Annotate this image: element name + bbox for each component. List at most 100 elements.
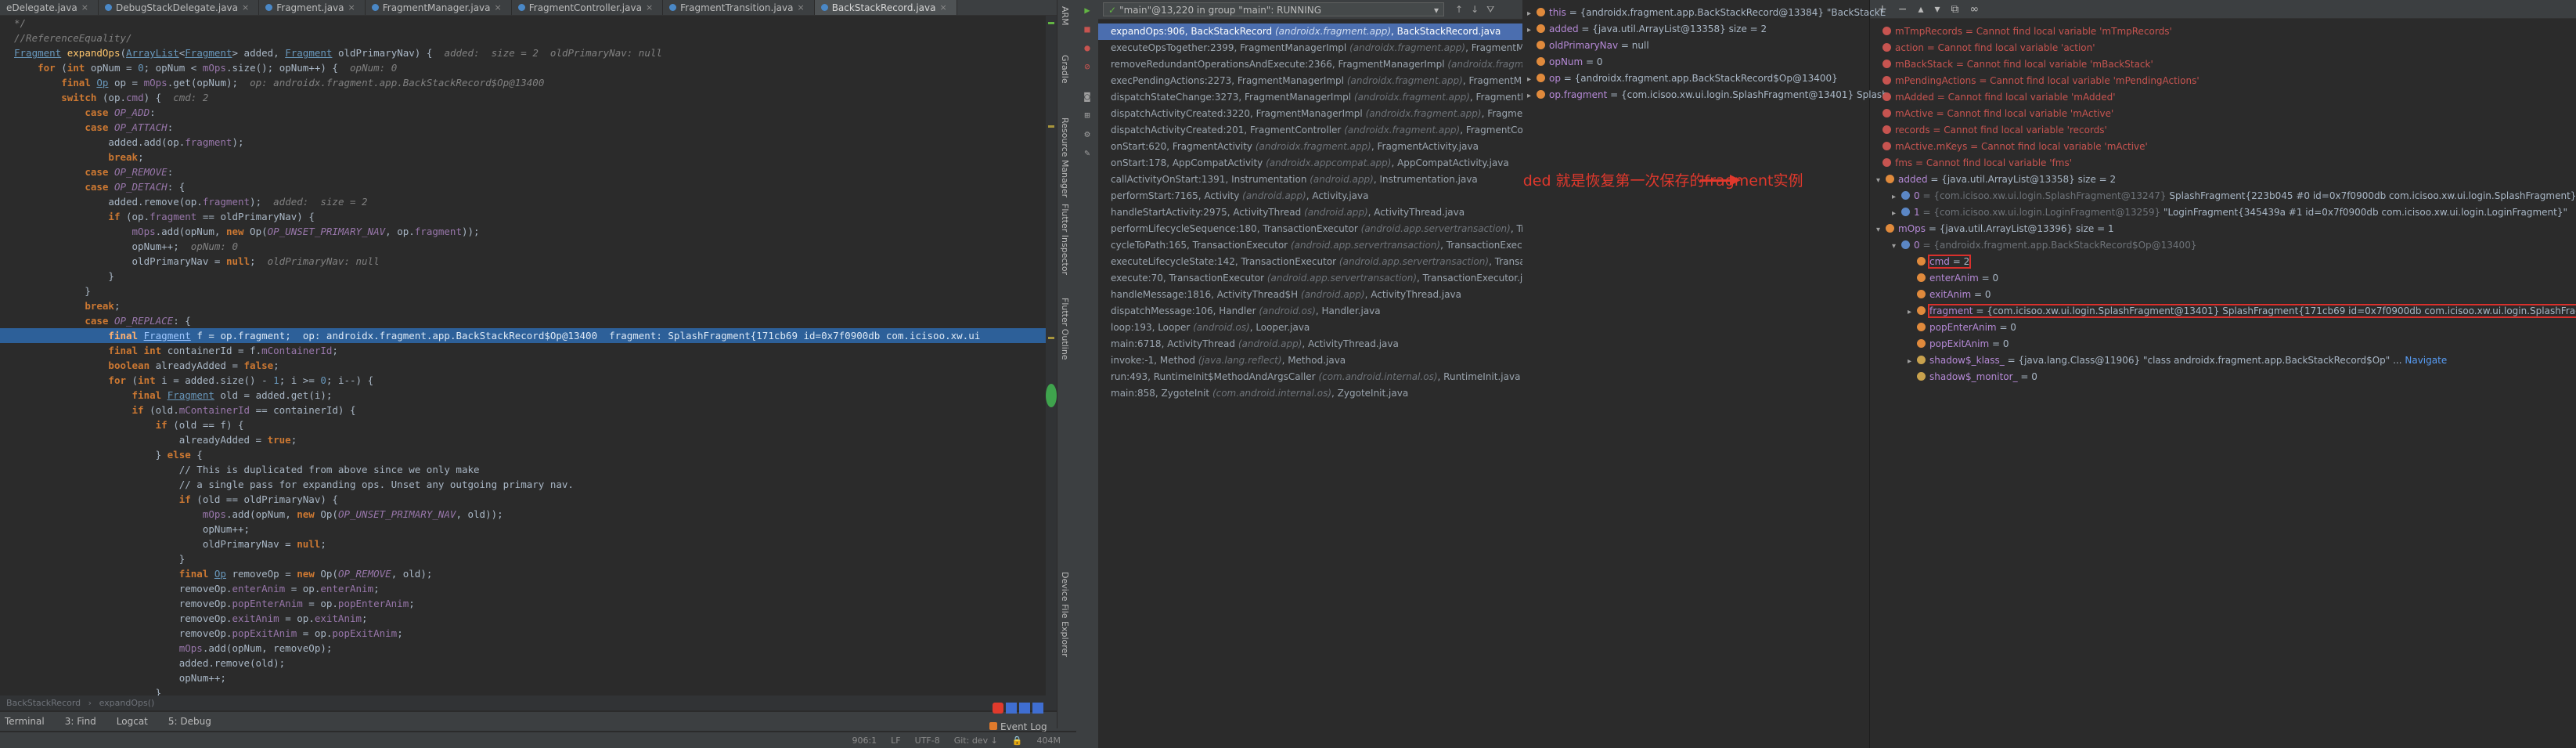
stack-frame[interactable]: performLifecycleSequence:180, Transactio… — [1098, 221, 1522, 237]
view-breakpoints-icon[interactable]: ● — [1082, 42, 1093, 53]
error-watch-row[interactable]: action = Cannot find local variable 'act… — [1882, 40, 2095, 56]
code-line[interactable]: if (old.mContainerId == containerId) { — [0, 403, 1057, 417]
expand-arrow-icon[interactable]: ▸ — [1527, 22, 1537, 38]
code-line[interactable]: case OP_DETACH: { — [0, 179, 1057, 194]
op-node[interactable]: ▾ 0 = {androidx.fragment.app.BackStackRec… — [1892, 237, 2196, 254]
code-line[interactable]: oldPrimaryNav = null; oldPrimaryNav: nul… — [0, 254, 1057, 269]
ime-toolbar[interactable] — [993, 703, 1043, 714]
stack-frame[interactable]: dispatchActivityCreated:3220, FragmentMa… — [1098, 106, 1522, 122]
close-icon[interactable]: × — [646, 2, 653, 13]
error-watch-row[interactable]: mAdded = Cannot find local variable 'mAd… — [1882, 89, 2116, 106]
stack-frame[interactable]: dispatchStateChange:3273, FragmentManage… — [1098, 89, 1522, 106]
breadcrumb[interactable]: BackStackRecord › expandOps() — [0, 696, 1057, 710]
code-line[interactable]: added.add(op.fragment); — [0, 135, 1057, 150]
expand-arrow-icon[interactable]: ▸ — [1527, 5, 1537, 22]
ime-settings-icon[interactable] — [1032, 703, 1043, 714]
code-line[interactable]: //ReferenceEquality/ — [0, 31, 1057, 45]
stack-frame[interactable]: loop:193, Looper (android.os), Looper.ja… — [1098, 320, 1522, 336]
camera-icon[interactable]: ◙ — [1082, 91, 1093, 102]
vertical-tool-button[interactable]: Flutter Inspector — [1060, 204, 1070, 275]
tab-file[interactable]: DebugStackDelegate.java × — [99, 0, 260, 15]
code-line[interactable]: mOps.add(opNum, removeOp); — [0, 641, 1057, 656]
filter-icon[interactable]: ⛛ — [1486, 4, 1494, 16]
resume-icon[interactable]: ▶ — [1082, 5, 1093, 16]
code-line[interactable]: } — [0, 551, 1057, 566]
code-line[interactable]: removeOp.popExitAnim = op.popExitAnim; — [0, 626, 1057, 641]
breadcrumb-method[interactable]: expandOps() — [99, 698, 155, 708]
code-line[interactable]: boolean alreadyAdded = false; — [0, 358, 1057, 373]
thread-selector[interactable]: ✓ "main"@13,220 in group "main": RUNNING … — [1103, 2, 1444, 16]
tool-window-3[interactable]: Logcat — [117, 716, 148, 727]
code-line[interactable]: added.remove(old); — [0, 656, 1057, 670]
mute-breakpoints-icon[interactable]: ⊘ — [1082, 61, 1093, 72]
mops-node[interactable]: ▾ mOps = {java.util.ArrayList@13396} size… — [1876, 221, 2114, 237]
tab-file[interactable]: eDelegate.java × — [0, 0, 99, 15]
stack-frame[interactable]: run:493, RuntimeInit$MethodAndArgsCaller… — [1098, 369, 1522, 385]
code-line[interactable]: oldPrimaryNav = null; — [0, 537, 1057, 551]
expand-arrow-icon[interactable]: ▾ — [1892, 238, 1901, 255]
ime-mode-icon[interactable] — [1006, 703, 1017, 714]
ime-punct-icon[interactable] — [1019, 703, 1030, 714]
expand-arrow-icon[interactable]: ▸ — [1908, 353, 1917, 370]
code-line[interactable]: removeOp.enterAnim = op.enterAnim; — [0, 581, 1057, 596]
stack-frame[interactable]: main:6718, ActivityThread (android.app),… — [1098, 336, 1522, 352]
op-field[interactable]: ▸ shadow$_klass_ = {java.lang.Class@11906… — [1908, 352, 2447, 369]
tool-window-2[interactable]: 3: Find — [65, 716, 96, 727]
stack-frame[interactable]: dispatchMessage:106, Handler (android.os… — [1098, 303, 1522, 320]
stack-frame[interactable]: expandOps:906, BackStackRecord (androidx… — [1098, 23, 1522, 40]
glasses-icon[interactable]: ∞ — [1970, 3, 1980, 16]
stack-frame[interactable]: cycleToPath:165, TransactionExecutor (an… — [1098, 237, 1522, 254]
navigate-link[interactable]: Navigate — [2405, 355, 2447, 366]
code-line[interactable]: removeOp.exitAnim = op.exitAnim; — [0, 611, 1057, 626]
code-line[interactable]: Fragment expandOps(ArrayList<Fragment> a… — [0, 45, 1057, 60]
code-line[interactable]: alreadyAdded = true; — [0, 432, 1057, 447]
stack-frame[interactable]: execute:70, TransactionExecutor (android… — [1098, 270, 1522, 287]
close-icon[interactable]: × — [348, 2, 355, 13]
code-line[interactable]: if (op.fragment == oldPrimaryNav) { — [0, 209, 1057, 224]
code-line[interactable]: */ — [0, 16, 1057, 31]
code-line[interactable]: // This is duplicated from above since w… — [0, 462, 1057, 477]
code-line[interactable]: if (old == f) { — [0, 417, 1057, 432]
down-arrow-icon[interactable]: ↓ — [1471, 4, 1479, 15]
expand-arrow-icon[interactable]: ▾ — [1876, 172, 1886, 189]
code-line[interactable]: case OP_ADD: — [0, 105, 1057, 120]
code-line[interactable]: } — [0, 284, 1057, 298]
move-up-icon[interactable]: ▴ — [1918, 3, 1923, 16]
code-line[interactable]: final Fragment old = added.get(i); — [0, 388, 1057, 403]
stack-frame[interactable]: invoke:-1, Method (java.lang.reflect), M… — [1098, 352, 1522, 369]
variable-row[interactable]: ▸ op.fragment = {com.icisoo.xw.ui.login.S… — [1527, 87, 1888, 103]
execution-line[interactable]: final Fragment f = op.fragment; op: andr… — [0, 328, 1057, 343]
memory-indicator[interactable]: 404M — [1037, 735, 1061, 746]
tool-window-4[interactable]: 5: Debug — [168, 716, 211, 727]
stack-frame[interactable]: onStart:620, FragmentActivity (androidx.… — [1098, 139, 1522, 155]
stack-frame[interactable]: main:858, ZygoteInit (com.android.intern… — [1098, 385, 1522, 402]
error-watch-row[interactable]: mTmpRecords = Cannot find local variable… — [1882, 23, 2172, 40]
code-line[interactable]: for (int i = added.size() - 1; i >= 0; i… — [0, 373, 1057, 388]
variable-row[interactable]: opNum = 0 — [1527, 54, 1603, 70]
vertical-tool-button[interactable]: Flutter Outline — [1060, 298, 1070, 360]
file-encoding[interactable]: UTF-8 — [915, 735, 940, 746]
vertical-tool-button[interactable]: Gradle — [1060, 55, 1070, 84]
code-line[interactable]: for (int opNum = 0; opNum < mOps.size();… — [0, 60, 1057, 75]
op-field[interactable]: exitAnim = 0 — [1908, 287, 1991, 303]
stack-frame[interactable]: onStart:178, AppCompatActivity (androidx… — [1098, 155, 1522, 172]
code-line[interactable]: case OP_REPLACE: { — [0, 313, 1057, 328]
caret-position[interactable]: 906:1 — [852, 735, 877, 746]
variable-row[interactable]: ▸ op = {androidx.fragment.app.BackStackRe… — [1527, 70, 1838, 87]
code-line[interactable]: break; — [0, 150, 1057, 164]
added-node[interactable]: ▾ added = {java.util.ArrayList@13358} siz… — [1876, 172, 2116, 188]
up-arrow-icon[interactable]: ↑ — [1455, 4, 1463, 15]
code-line[interactable]: case OP_ATTACH: — [0, 120, 1057, 135]
pin-icon[interactable]: ✎ — [1082, 147, 1093, 158]
code-line[interactable]: case OP_REMOVE: — [0, 164, 1057, 179]
code-line[interactable]: break; — [0, 298, 1057, 313]
error-watch-row[interactable]: mPendingActions = Cannot find local vari… — [1882, 73, 2200, 89]
event-log-button[interactable]: Event Log — [989, 721, 1047, 732]
op-field[interactable]: popEnterAnim = 0 — [1908, 320, 2016, 336]
error-watch-row[interactable]: records = Cannot find local variable 're… — [1882, 122, 2107, 139]
code-line[interactable]: switch (op.cmd) { cmd: 2 — [0, 90, 1057, 105]
code-line[interactable]: } else { — [0, 447, 1057, 462]
stack-frame[interactable]: executeLifecycleState:142, TransactionEx… — [1098, 254, 1522, 270]
expand-arrow-icon[interactable]: ▸ — [1527, 88, 1537, 104]
expand-arrow-icon[interactable]: ▸ — [1892, 205, 1901, 222]
